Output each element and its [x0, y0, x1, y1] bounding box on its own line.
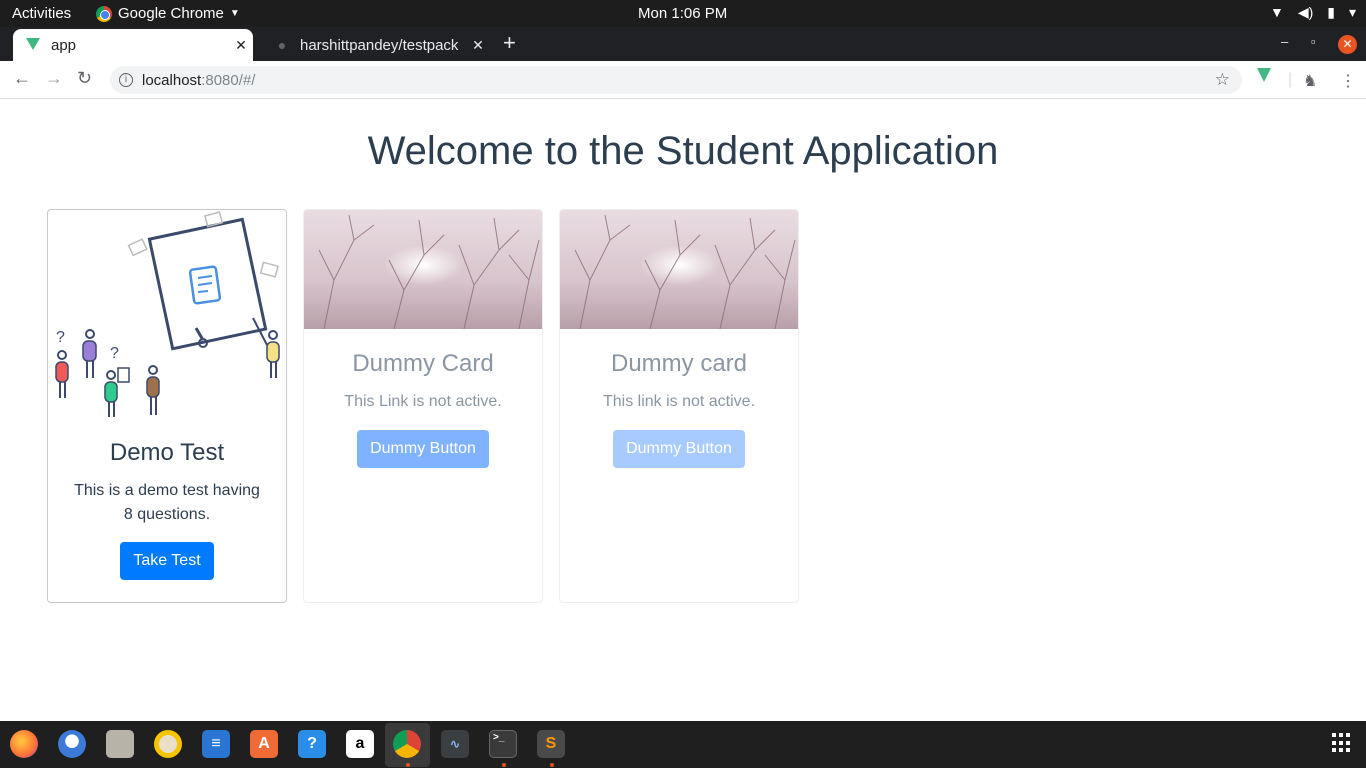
show-applications-icon[interactable] [1332, 733, 1352, 753]
volume-icon: ◀) [1297, 4, 1314, 20]
card-text: This Link is not active. [344, 393, 502, 410]
caret-down-icon: ▼ [229, 8, 240, 19]
address-bar[interactable]: i localhost:8080/#/ ☆ [110, 66, 1242, 94]
card-title: Dummy Card [352, 350, 494, 377]
minimize-icon[interactable]: – [1281, 34, 1288, 49]
close-tab-icon[interactable]: ✕ [229, 37, 253, 54]
firefox-icon[interactable] [10, 730, 38, 758]
vue-devtools-extension-icon[interactable] [1257, 68, 1271, 87]
running-indicator [502, 763, 506, 767]
help-icon[interactable]: ? [298, 730, 326, 758]
app-menu[interactable]: Google Chrome ▼ [96, 5, 240, 22]
menu-kebab-icon[interactable]: ⋮ [1340, 71, 1356, 91]
software-icon[interactable]: A [250, 730, 278, 758]
reload-icon[interactable]: ↻ [77, 68, 92, 89]
clock[interactable]: Mon 1:06 PM [638, 5, 727, 22]
bookmark-star-icon[interactable]: ☆ [1215, 70, 1230, 90]
thunderbird-icon[interactable] [58, 730, 86, 758]
svg-text:?: ? [110, 345, 119, 362]
dummy-button[interactable]: Dummy Button [613, 430, 745, 468]
running-indicator [406, 763, 410, 767]
wifi-icon: ▼ [1269, 4, 1284, 20]
battery-icon: ▮ [1327, 4, 1335, 20]
tab-strip: app ✕ ● harshittpandey/testpack ✕ [0, 27, 1366, 61]
system-monitor-icon[interactable]: ∿ [441, 730, 469, 758]
amazon-icon[interactable]: a [346, 730, 374, 758]
page-content: Welcome to the Student Application ? ? D… [0, 99, 1366, 721]
url-host: localhost [142, 71, 202, 89]
svg-text:?: ? [56, 329, 65, 346]
new-tab-icon[interactable]: + [503, 30, 516, 56]
tab-title: harshittpandey/testpack [300, 36, 459, 54]
presentation-illustration: ? ? [48, 210, 286, 420]
card-image [560, 210, 798, 329]
card-text: This is a demo test having 8 questions. [74, 482, 260, 523]
sublime-text-icon[interactable]: S [537, 730, 565, 758]
window-close-icon[interactable]: ✕ [1338, 35, 1357, 54]
activities-button[interactable]: Activities [12, 5, 71, 22]
system-top-bar: Activities Google Chrome ▼ Mon 1:06 PM ▼… [0, 0, 1366, 27]
site-info-icon[interactable]: i [119, 73, 133, 87]
toolbar-divider: | [1288, 71, 1293, 88]
tab-app[interactable]: app ✕ [13, 29, 253, 61]
maximize-icon[interactable]: ▫ [1311, 34, 1316, 49]
chrome-dock-icon[interactable] [393, 730, 421, 758]
rhythmbox-icon[interactable] [154, 730, 182, 758]
tab-title: app [51, 36, 77, 54]
card-image [304, 210, 542, 329]
card-title: Demo Test [109, 439, 225, 466]
power-menu-icon: ▾ [1348, 4, 1356, 20]
running-indicator [550, 763, 554, 767]
extension-icon[interactable]: ♞ [1303, 71, 1317, 91]
browser-toolbar: ← → ↻ i localhost:8080/#/ ☆ | ♞ ⋮ [0, 61, 1366, 99]
dummy-button[interactable]: Dummy Button [357, 430, 489, 468]
back-icon[interactable]: ← [13, 68, 31, 89]
take-test-button[interactable]: Take Test [120, 542, 214, 580]
system-tray[interactable]: ▼ ◀) ▮ ▾ [1270, 4, 1356, 21]
vue-favicon-icon [25, 37, 41, 53]
card-dummy-2: Dummy card This link is not active. Dumm… [559, 209, 799, 603]
card-dummy-1: Dummy Card This Link is not active. Dumm… [303, 209, 543, 603]
card-text: This link is not active. [602, 393, 756, 410]
card-title: Dummy card [610, 350, 748, 377]
page-title: Welcome to the Student Application [367, 129, 999, 173]
writer-icon[interactable]: ≡ [202, 730, 230, 758]
forward-icon[interactable]: → [45, 68, 63, 89]
terminal-icon[interactable]: >_ [489, 730, 517, 758]
github-favicon-icon: ● [277, 37, 287, 53]
ubuntu-dock: ≡ A ? a ∿ >_ S [0, 721, 1366, 768]
card-demo-test: ? ? Demo Test This is a demo test having… [47, 209, 287, 603]
url-rest: :8080/#/ [201, 71, 256, 89]
files-icon[interactable] [106, 730, 134, 758]
close-tab-icon[interactable]: ✕ [466, 37, 490, 54]
chrome-icon [96, 5, 112, 22]
app-menu-label: Google Chrome [118, 5, 224, 22]
tab-github[interactable]: ● harshittpandey/testpack ✕ [262, 29, 490, 61]
